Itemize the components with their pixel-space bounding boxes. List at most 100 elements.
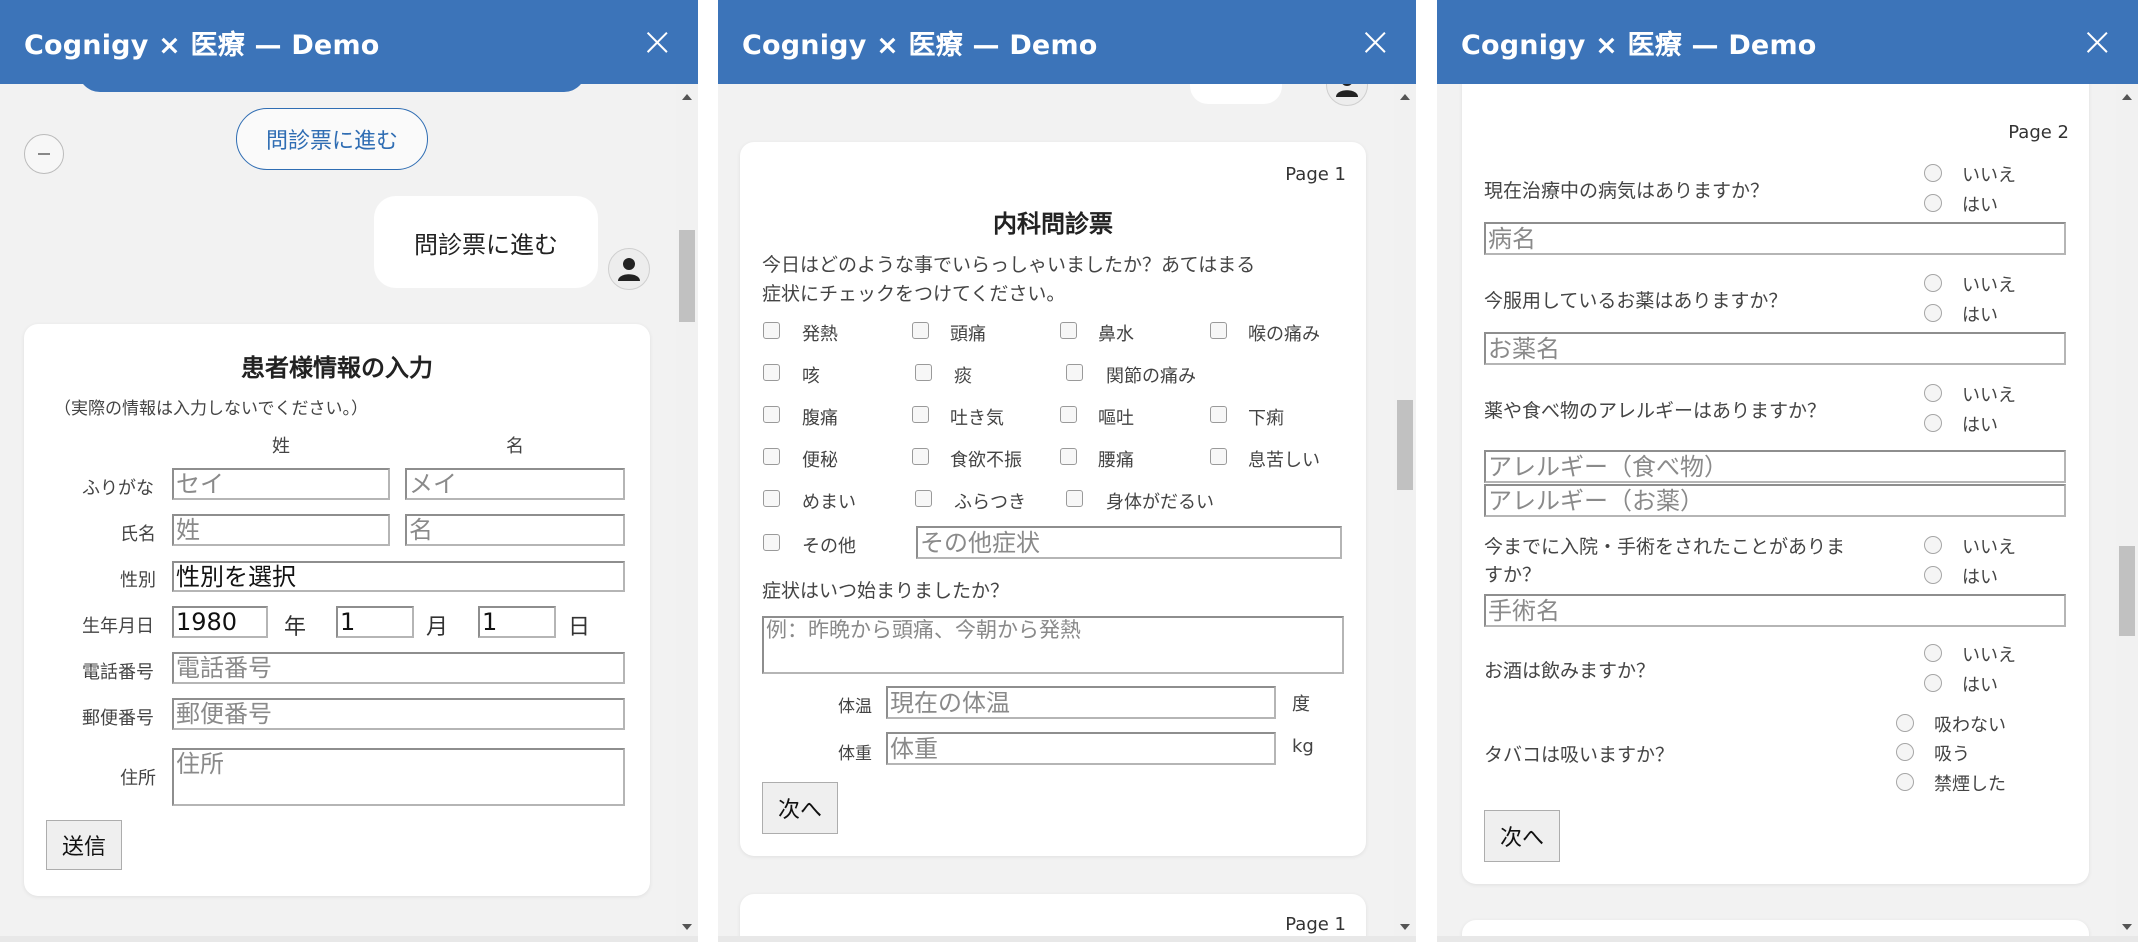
radio-allergy-yes[interactable] [1924, 414, 1942, 432]
close-icon[interactable]: × [2080, 22, 2114, 62]
symptom-label: 食欲不振 [950, 450, 1022, 471]
checkbox-breathless[interactable] [1210, 448, 1227, 465]
year-unit: 年 [284, 615, 307, 640]
birth-year-input[interactable] [172, 606, 268, 638]
address-input[interactable] [172, 748, 625, 806]
onset-input[interactable] [762, 616, 1344, 674]
weight-input[interactable] [886, 732, 1276, 765]
last-name-input[interactable] [172, 514, 390, 546]
birth-day-input[interactable] [478, 606, 556, 638]
radio-alcohol-yes[interactable] [1924, 674, 1942, 692]
horizontal-scrollbar[interactable] [718, 936, 1416, 942]
collapse-icon[interactable] [24, 134, 64, 174]
first-name-input[interactable] [405, 514, 625, 546]
scroll-up-icon[interactable] [2122, 94, 2132, 100]
checkbox-stomachache[interactable] [763, 406, 780, 423]
checkbox-unsteady[interactable] [915, 490, 932, 507]
scrollbar[interactable] [1394, 84, 1416, 942]
checkbox-phlegm[interactable] [915, 364, 932, 381]
gender-label: 性別 [120, 570, 156, 591]
option-yes: はい [1962, 567, 1998, 588]
checkbox-vomiting[interactable] [1060, 406, 1077, 423]
question-medicine: 今服用しているお薬はありますか？ [1484, 290, 1788, 312]
checkbox-diarrhea[interactable] [1210, 406, 1227, 423]
checkbox-appetite-loss[interactable] [912, 448, 929, 465]
checkbox-fever[interactable] [763, 322, 780, 339]
quick-reply-button[interactable]: 問診票に進む [236, 108, 428, 170]
checkbox-dizziness[interactable] [763, 490, 780, 507]
radio-alcohol-no[interactable] [1924, 644, 1942, 662]
next-button[interactable]: 次へ [1484, 810, 1560, 862]
questionnaire-page-1-repeat: Page 1 [740, 894, 1366, 942]
question-surgery: 今までに入院・手術をされたことがありま [1484, 536, 1846, 558]
gender-select[interactable]: 性別を選択 [172, 561, 625, 592]
horizontal-scrollbar[interactable] [0, 936, 698, 942]
patient-info-form: 患者様情報の入力 （実際の情報は入力しないでください。） 姓 名 ふりがな 氏名… [24, 324, 650, 896]
symptom-label: 腰痛 [1098, 450, 1134, 471]
radio-medicine-no[interactable] [1924, 274, 1942, 292]
scroll-down-icon[interactable] [682, 924, 692, 930]
scrollbar[interactable] [2116, 84, 2138, 942]
checkbox-back-pain[interactable] [1060, 448, 1077, 465]
checkbox-headache[interactable] [912, 322, 929, 339]
symptom-label: めまい [802, 492, 856, 513]
radio-tobacco-yes[interactable] [1896, 743, 1914, 761]
horizontal-scrollbar[interactable] [1437, 936, 2138, 942]
page-indicator: Page 2 [2008, 122, 2069, 143]
scroll-thumb[interactable] [679, 230, 695, 322]
checkbox-other[interactable] [763, 534, 780, 551]
scroll-up-icon[interactable] [682, 94, 692, 100]
submit-button[interactable]: 送信 [46, 820, 122, 870]
radio-tobacco-quit[interactable] [1896, 773, 1914, 791]
radio-tobacco-no[interactable] [1896, 714, 1914, 732]
checkbox-constipation[interactable] [763, 448, 780, 465]
checkbox-fatigue[interactable] [1066, 490, 1083, 507]
checkbox-joint-pain[interactable] [1066, 364, 1083, 381]
checkbox-nausea[interactable] [912, 406, 929, 423]
scroll-down-icon[interactable] [2122, 924, 2132, 930]
zip-input[interactable] [172, 698, 625, 730]
radio-allergy-no[interactable] [1924, 384, 1942, 402]
zip-label: 郵便番号 [82, 708, 154, 729]
close-icon[interactable]: × [640, 22, 674, 62]
radio-disease-yes[interactable] [1924, 194, 1942, 212]
chat-title: Cognigy × 医療 — Demo [24, 29, 380, 61]
scroll-down-icon[interactable] [1400, 924, 1410, 930]
month-unit: 月 [426, 615, 449, 640]
allergy-food-input[interactable] [1484, 450, 2066, 483]
next-button[interactable]: 次へ [762, 782, 838, 834]
radio-disease-no[interactable] [1924, 164, 1942, 182]
radio-surgery-no[interactable] [1924, 536, 1942, 554]
question-alcohol: お酒は飲みますか？ [1484, 660, 1656, 682]
scroll-up-icon[interactable] [1400, 94, 1410, 100]
temperature-input[interactable] [886, 686, 1276, 719]
allergy-drug-input[interactable] [1484, 484, 2066, 517]
scrollbar[interactable] [676, 84, 698, 942]
question-disease: 現在治療中の病気はありますか？ [1484, 180, 1770, 202]
checkbox-sore-throat[interactable] [1210, 322, 1227, 339]
surgery-input[interactable] [1484, 594, 2066, 627]
birth-month-input[interactable] [336, 606, 414, 638]
symptom-label: 関節の痛み [1106, 366, 1196, 387]
phone-input[interactable] [172, 652, 625, 684]
symptom-label: 息苦しい [1248, 450, 1320, 471]
scroll-thumb[interactable] [1397, 400, 1413, 490]
radio-surgery-yes[interactable] [1924, 566, 1942, 584]
furigana-first-input[interactable] [405, 468, 625, 500]
checkbox-cough[interactable] [763, 364, 780, 381]
furigana-last-input[interactable] [172, 468, 390, 500]
medicine-input[interactable] [1484, 332, 2066, 365]
chat-window-3: Cognigy × 医療 — Demo × Page 2 現在治療中の病気はあり… [1437, 0, 2138, 942]
disease-input[interactable] [1484, 222, 2066, 255]
other-symptom-input[interactable] [916, 526, 1342, 559]
address-label: 住所 [120, 768, 156, 789]
temperature-label: 体温 [838, 697, 872, 717]
question-onset: 症状はいつ始まりましたか？ [762, 580, 1010, 602]
close-icon[interactable]: × [1358, 22, 1392, 62]
scroll-thumb[interactable] [2119, 546, 2135, 636]
option-yes: はい [1962, 675, 1998, 696]
symptom-label: ふらつき [954, 492, 1026, 513]
checkbox-runny-nose[interactable] [1060, 322, 1077, 339]
radio-medicine-yes[interactable] [1924, 304, 1942, 322]
questionnaire-page-2: Page 2 現在治療中の病気はありますか？ いいえ はい 今服用しているお薬は… [1462, 70, 2089, 884]
